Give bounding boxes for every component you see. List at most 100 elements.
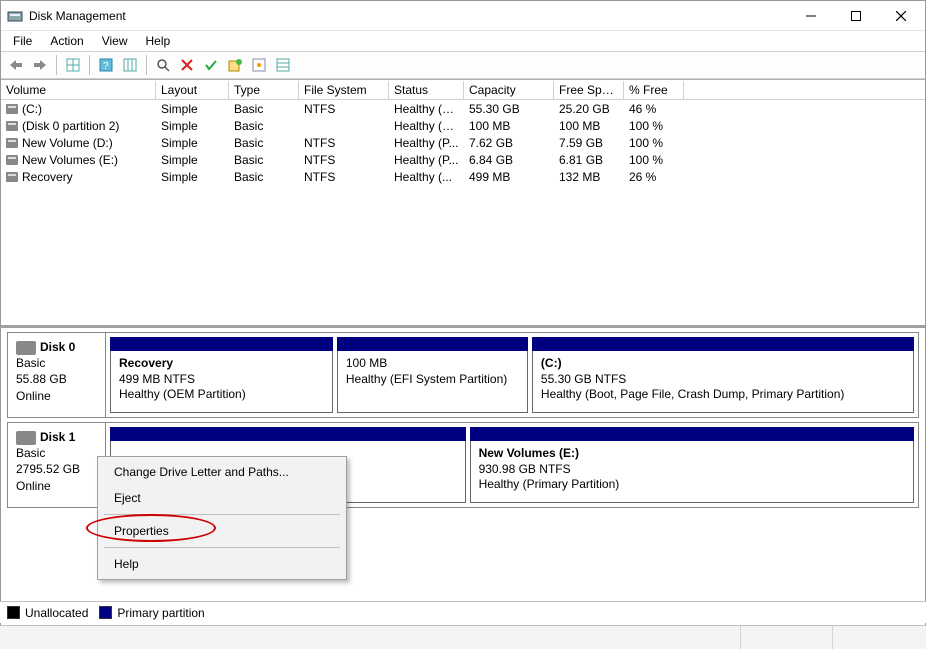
volume-type: Basic — [229, 118, 299, 134]
disk-kind: Basic — [16, 446, 45, 460]
ctx-eject[interactable]: Eject — [100, 485, 344, 511]
list-icon[interactable] — [272, 54, 294, 76]
volume-list[interactable]: (C:)SimpleBasicNTFSHealthy (B...55.30 GB… — [1, 100, 925, 325]
col-header-pctfree[interactable]: % Free — [624, 81, 684, 99]
menu-view[interactable]: View — [94, 32, 136, 50]
disk-size: 55.88 GB — [16, 372, 67, 386]
volume-status: Healthy (P... — [389, 152, 464, 168]
volume-free: 100 MB — [554, 118, 624, 134]
partition-status: Healthy (Primary Partition) — [479, 477, 905, 493]
volume-free: 25.20 GB — [554, 101, 624, 117]
volume-name: (Disk 0 partition 2) — [22, 119, 119, 133]
volume-name: Recovery — [22, 170, 73, 184]
partition-status: Healthy (OEM Partition) — [119, 387, 324, 403]
drive-icon — [6, 172, 18, 182]
volume-capacity: 6.84 GB — [464, 152, 554, 168]
partition-size: 55.30 GB NTFS — [541, 372, 905, 388]
disk-state: Online — [16, 389, 51, 403]
help-icon[interactable]: ? — [95, 54, 117, 76]
status-cell — [741, 626, 834, 649]
menu-help[interactable]: Help — [138, 32, 179, 50]
disk-kind: Basic — [16, 356, 45, 370]
back-icon[interactable] — [5, 54, 27, 76]
drive-icon — [6, 121, 18, 131]
forward-icon[interactable] — [29, 54, 51, 76]
volume-type: Basic — [229, 169, 299, 185]
minimize-button[interactable] — [788, 2, 833, 30]
partition-box: New Volumes (E:)930.98 GB NTFSHealthy (P… — [470, 441, 914, 503]
partition[interactable]: (C:)55.30 GB NTFSHealthy (Boot, Page Fil… — [532, 337, 914, 413]
partition-name: (C:) — [541, 356, 905, 372]
check-icon[interactable] — [200, 54, 222, 76]
volume-name: New Volume (D:) — [22, 136, 113, 150]
col-header-status[interactable]: Status — [389, 81, 464, 99]
volume-status: Healthy (E... — [389, 118, 464, 134]
disk-name: Disk 0 — [40, 340, 75, 354]
volume-fs — [299, 125, 389, 127]
partition-bar — [110, 337, 333, 351]
status-cell — [833, 626, 926, 649]
volume-free: 132 MB — [554, 169, 624, 185]
table-row[interactable]: RecoverySimpleBasicNTFSHealthy (...499 M… — [1, 168, 925, 185]
partition[interactable]: 100 MBHealthy (EFI System Partition) — [337, 337, 528, 413]
maximize-button[interactable] — [833, 2, 878, 30]
new-volume-icon[interactable] — [224, 54, 246, 76]
partition[interactable]: New Volumes (E:)930.98 GB NTFSHealthy (P… — [470, 427, 914, 503]
partition-status: Healthy (EFI System Partition) — [346, 372, 519, 388]
ctx-separator — [104, 547, 340, 548]
ctx-help[interactable]: Help — [100, 551, 344, 577]
legend-primary: Primary partition — [117, 606, 204, 620]
titlebar: Disk Management — [1, 1, 925, 31]
menubar: File Action View Help — [1, 31, 925, 51]
col-header-free[interactable]: Free Spa... — [554, 81, 624, 99]
swatch-primary-icon — [100, 607, 111, 618]
ctx-change-drive-letter[interactable]: Change Drive Letter and Paths... — [100, 459, 344, 485]
partition[interactable]: Recovery499 MB NTFSHealthy (OEM Partitio… — [110, 337, 333, 413]
toolbar: ? — [1, 51, 925, 79]
col-header-layout[interactable]: Layout — [156, 81, 229, 99]
disk-label[interactable]: Disk 0 Basic 55.88 GB Online — [8, 333, 106, 417]
menu-file[interactable]: File — [5, 32, 40, 50]
partition-box: 100 MBHealthy (EFI System Partition) — [337, 351, 528, 413]
volume-layout: Simple — [156, 152, 229, 168]
close-button[interactable] — [878, 2, 923, 30]
volume-layout: Simple — [156, 169, 229, 185]
volume-name: New Volumes (E:) — [22, 153, 118, 167]
table-row[interactable]: New Volumes (E:)SimpleBasicNTFSHealthy (… — [1, 151, 925, 168]
ctx-properties[interactable]: Properties — [100, 518, 344, 544]
col-header-volume[interactable]: Volume — [1, 81, 156, 99]
properties-icon[interactable] — [248, 54, 270, 76]
table-row[interactable]: (Disk 0 partition 2)SimpleBasicHealthy (… — [1, 117, 925, 134]
disk-label[interactable]: Disk 1Basic2795.52 GBOnline — [8, 423, 106, 507]
disk-size: 2795.52 GB — [16, 462, 80, 476]
partition-bar — [337, 337, 528, 351]
delete-icon[interactable] — [176, 54, 198, 76]
partition-size: 930.98 GB NTFS — [479, 462, 905, 478]
volume-capacity: 7.62 GB — [464, 135, 554, 151]
partition-bar — [532, 337, 914, 351]
app-icon — [7, 8, 23, 24]
grid-icon[interactable] — [62, 54, 84, 76]
drive-icon — [6, 138, 18, 148]
volume-pctfree: 46 % — [624, 101, 684, 117]
col-header-fs[interactable]: File System — [299, 81, 389, 99]
volume-layout: Simple — [156, 135, 229, 151]
disk-name: Disk 1 — [40, 430, 75, 444]
volume-status: Healthy (... — [389, 169, 464, 185]
menu-action[interactable]: Action — [42, 32, 91, 50]
legend-unallocated: Unallocated — [25, 606, 88, 620]
col-header-type[interactable]: Type — [229, 81, 299, 99]
volume-capacity: 100 MB — [464, 118, 554, 134]
partition-box: (C:)55.30 GB NTFSHealthy (Boot, Page Fil… — [532, 351, 914, 413]
table-row[interactable]: New Volume (D:)SimpleBasicNTFSHealthy (P… — [1, 134, 925, 151]
partition-name: Recovery — [119, 356, 324, 372]
rescan-icon[interactable] — [152, 54, 174, 76]
partition-size: 100 MB — [346, 356, 519, 372]
volume-type: Basic — [229, 152, 299, 168]
volume-table: Volume Layout Type File System Status Ca… — [1, 79, 925, 325]
col-header-capacity[interactable]: Capacity — [464, 81, 554, 99]
table-row[interactable]: (C:)SimpleBasicNTFSHealthy (B...55.30 GB… — [1, 100, 925, 117]
context-menu: Change Drive Letter and Paths... Eject P… — [97, 456, 347, 580]
disk-row: Disk 0 Basic 55.88 GB Online Recovery499 MB … — [7, 332, 919, 418]
settings-grid-icon[interactable] — [119, 54, 141, 76]
